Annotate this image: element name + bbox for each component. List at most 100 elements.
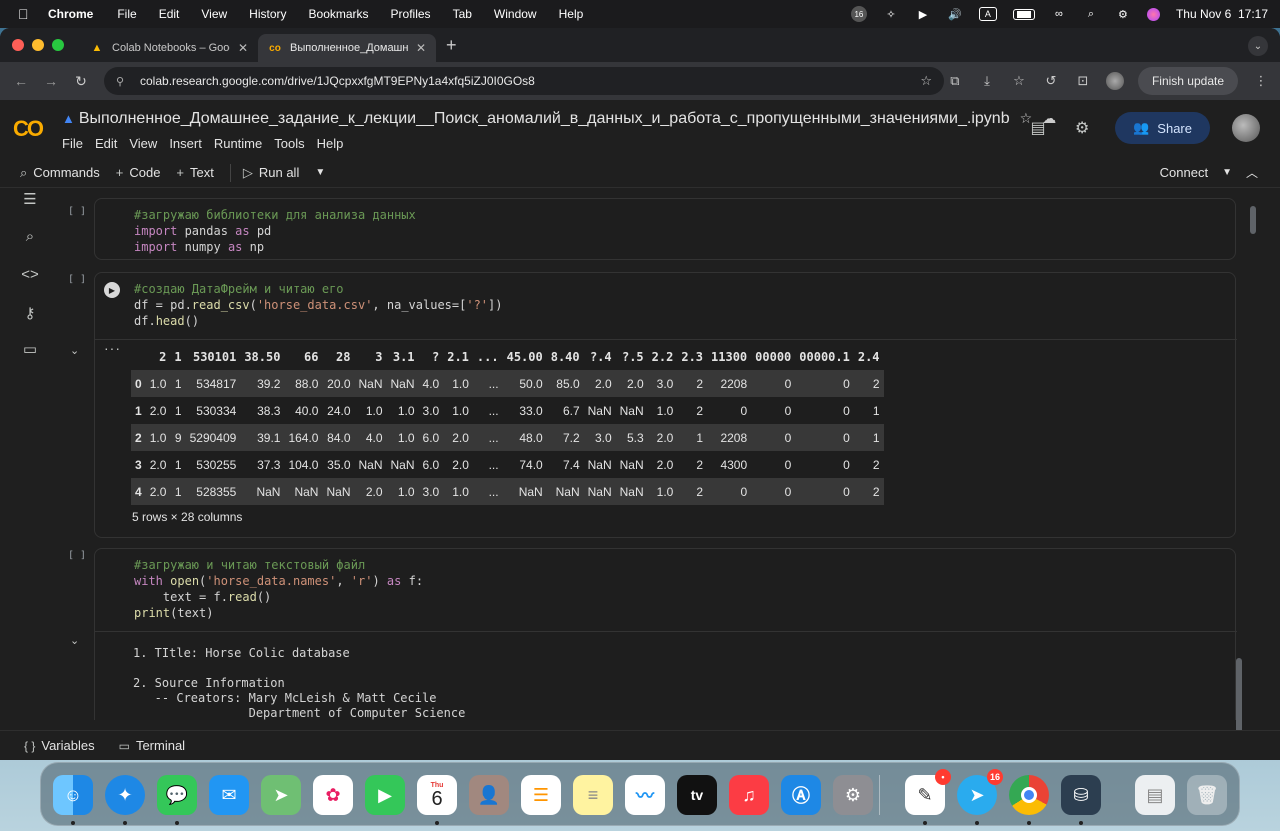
spotlight-search-icon[interactable]: ⌕ (1083, 7, 1099, 21)
more-menu-icon[interactable]: ⋮ (1252, 73, 1270, 89)
code-snippets-icon[interactable]: <> (20, 266, 40, 286)
add-text-button[interactable]: + Text (176, 165, 213, 180)
connect-button[interactable]: Connect (1160, 165, 1208, 180)
history-icon[interactable]: ↺ (1042, 73, 1060, 89)
tab-search-chevron-icon[interactable]: ⌄ (1248, 36, 1268, 56)
code-cell-1[interactable]: [ ] #загружаю библиотеки для анализа дан… (58, 196, 1248, 260)
trash-icon[interactable]: 🗑 (1187, 775, 1227, 815)
output-actions-icon[interactable]: ··· (104, 340, 121, 356)
terminal-button[interactable]: ▭ Terminal (119, 738, 185, 753)
extensions-icon[interactable]: ⧉ (946, 73, 964, 89)
run-all-button[interactable]: ▷ Run all (243, 165, 299, 181)
finish-update-button[interactable]: Finish update (1137, 67, 1238, 95)
magic-wand-icon[interactable]: ✧ (883, 7, 899, 21)
menu-window[interactable]: Window (494, 7, 537, 21)
system-settings-icon[interactable]: ⚙ (833, 775, 873, 815)
add-code-button[interactable]: + Code (116, 165, 161, 180)
tab-notebook[interactable]: co Выполненное_Домашнее_з ✕ (258, 34, 436, 62)
menu-file[interactable]: File (117, 7, 136, 21)
battery-icon[interactable] (1012, 8, 1035, 20)
secrets-key-icon[interactable]: ⚷ (20, 304, 40, 324)
find-replace-icon[interactable]: ⌕ (20, 228, 40, 248)
comments-icon[interactable]: ▤ (1027, 118, 1049, 138)
nb-menu-view[interactable]: View (129, 136, 157, 151)
reminders-icon[interactable]: ☰ (521, 775, 561, 815)
siri-icon[interactable] (1146, 7, 1160, 21)
freeform-icon[interactable]: 〰 (625, 775, 665, 815)
collapse-header-icon[interactable]: ︿ (1246, 164, 1258, 181)
mail-icon[interactable]: ✉ (209, 775, 249, 815)
screenshot-icon[interactable]: ⊡ (1074, 73, 1092, 89)
nb-menu-runtime[interactable]: Runtime (214, 136, 262, 151)
menu-history[interactable]: History (249, 7, 286, 21)
notification-badge-icon[interactable]: 16 (850, 6, 867, 22)
nb-menu-insert[interactable]: Insert (169, 136, 202, 151)
forward-icon[interactable]: → (36, 73, 66, 89)
apple-tv-icon[interactable]: tv (677, 775, 717, 815)
bookmark-star-icon[interactable]: ☆ (920, 73, 932, 89)
nb-menu-tools[interactable]: Tools (274, 136, 304, 151)
colab-logo[interactable]: CO (13, 116, 44, 142)
code-cell-2[interactable]: [ ] ▶ #создаю ДатаФрейм и читаю его df =… (58, 270, 1248, 538)
reload-icon[interactable]: ↻ (66, 73, 96, 90)
notebook-title[interactable]: ▲ Выполненное_Домашнее_задание_к_лекции__… (62, 110, 1056, 128)
menu-bookmarks[interactable]: Bookmarks (309, 7, 369, 21)
nb-menu-file[interactable]: File (62, 136, 83, 151)
run-cell-button[interactable]: ▶ (104, 282, 120, 298)
calendar-icon[interactable]: Thu 6 (417, 775, 457, 815)
menu-tab[interactable]: Tab (453, 7, 472, 21)
documents-stack-icon[interactable]: ▤ (1135, 775, 1175, 815)
tab-colab-notebooks[interactable]: ▲ Colab Notebooks – Google Д ✕ (80, 34, 258, 62)
chrome-icon[interactable] (1009, 775, 1049, 815)
menu-view[interactable]: View (201, 7, 227, 21)
profile-avatar-icon[interactable] (1105, 72, 1124, 90)
photos-icon[interactable]: ✿ (313, 775, 353, 815)
back-icon[interactable]: ← (6, 73, 36, 89)
nb-menu-help[interactable]: Help (317, 136, 344, 151)
run-all-dropdown-icon[interactable]: ▼ (315, 167, 325, 178)
menubar-clock[interactable]: Thu Nov 6 17:17 (1176, 7, 1268, 21)
maps-icon[interactable]: ➤ (261, 775, 301, 815)
settings-gear-icon[interactable]: ⚙ (1071, 118, 1093, 138)
quill-app-icon[interactable]: ✎ • (905, 769, 951, 815)
notebook-title-text[interactable]: Выполненное_Домашнее_задание_к_лекции__П… (79, 110, 1010, 127)
notes-icon[interactable]: ≡ (573, 775, 613, 815)
new-tab-icon[interactable]: + (446, 35, 457, 56)
variables-button[interactable]: { } Variables (24, 738, 95, 753)
menu-help[interactable]: Help (559, 7, 584, 21)
app-menu[interactable]: Chrome (48, 7, 93, 21)
share-button[interactable]: 👥 Share (1115, 112, 1210, 144)
close-tab-icon[interactable]: ✕ (238, 41, 248, 55)
control-center-icon[interactable]: ⚙ (1115, 7, 1131, 21)
volume-icon[interactable]: 🔊 (947, 7, 963, 21)
close-tab-icon[interactable]: ✕ (416, 41, 426, 55)
database-app-icon[interactable]: ⛁ (1061, 775, 1101, 815)
messages-icon[interactable]: 💬 (157, 775, 197, 815)
input-source-icon[interactable]: A (978, 7, 997, 21)
safari-icon[interactable]: ✦ (105, 775, 145, 815)
notebook-scrollbar[interactable] (1250, 206, 1256, 234)
connect-dropdown-icon[interactable]: ▼ (1222, 167, 1232, 178)
app-store-icon[interactable]: Ⓐ (781, 775, 821, 815)
address-bar[interactable]: ⚲ colab.research.google.com/drive/1JQcpx… (104, 67, 944, 95)
menu-edit[interactable]: Edit (159, 7, 180, 21)
link-icon[interactable]: ∞ (1051, 7, 1067, 21)
minimize-window-button[interactable] (32, 39, 44, 51)
zoom-window-button[interactable] (52, 39, 64, 51)
commands-button[interactable]: ⌕ Commands (20, 165, 100, 181)
table-of-contents-icon[interactable]: ☰ (20, 190, 40, 210)
code-cell-3[interactable]: [ ] #загружаю и читаю текстовый файл wit… (58, 546, 1248, 720)
user-avatar[interactable] (1232, 114, 1260, 142)
play-circle-icon[interactable]: ▶ (915, 7, 931, 21)
bookmarks-icon[interactable]: ☆ (1010, 73, 1028, 89)
facetime-icon[interactable]: ▶ (365, 775, 405, 815)
telegram-icon[interactable]: ➤ 16 (957, 769, 1003, 815)
contacts-icon[interactable]: 👤 (469, 775, 509, 815)
finder-icon[interactable]: ☺ (53, 775, 93, 815)
collapse-output-icon[interactable]: ⌄ (70, 344, 79, 357)
close-window-button[interactable] (12, 39, 24, 51)
music-icon[interactable]: ♫ (729, 775, 769, 815)
apple-menu-icon[interactable]:  (18, 6, 34, 22)
download-icon[interactable]: ⤓ (978, 73, 996, 89)
nb-menu-edit[interactable]: Edit (95, 136, 117, 151)
